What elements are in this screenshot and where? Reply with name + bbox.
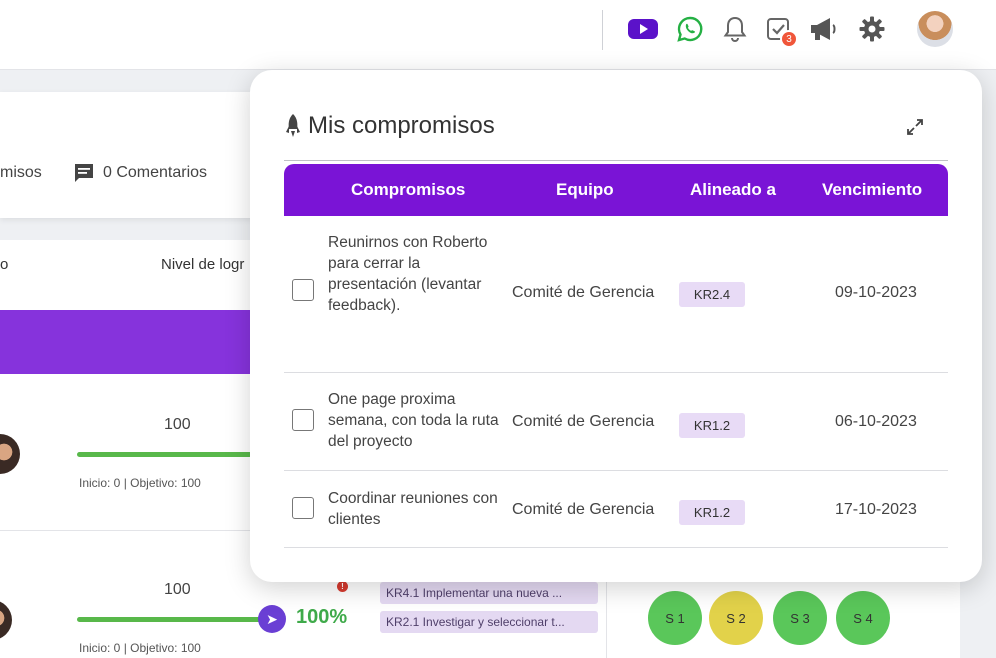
kr-badge[interactable]: KR2.4 xyxy=(679,282,745,307)
topbar-separator xyxy=(602,10,603,50)
objective-summary-card xyxy=(0,92,270,218)
top-bar: 3 xyxy=(0,0,996,70)
team-name: Comité de Gerencia xyxy=(512,501,655,518)
commitment-text: Reunirnos con Roberto para cerrar la pre… xyxy=(328,234,488,314)
comments-label: 0 Comentarios xyxy=(103,164,208,181)
table-header: Compromisos Equipo Alineado a Vencimient… xyxy=(284,164,948,216)
expand-icon[interactable] xyxy=(906,118,924,136)
table-row: Coordinar reuniones con clientes Comité … xyxy=(284,471,948,548)
bell-icon[interactable] xyxy=(720,14,750,44)
commitment-checkbox[interactable] xyxy=(292,497,314,519)
commitment-checkbox[interactable] xyxy=(292,409,314,431)
megaphone-icon[interactable] xyxy=(808,14,838,44)
commitment-text: Coordinar reuniones con clientes xyxy=(328,490,498,528)
youtube-icon[interactable] xyxy=(628,14,658,44)
sprint-s3[interactable]: S 3 xyxy=(773,591,827,645)
task-check-icon[interactable]: 3 xyxy=(764,14,798,48)
col-alineado[interactable]: Alineado a xyxy=(690,180,776,200)
tasks-count-badge: 3 xyxy=(780,30,798,48)
column-header-partial: o xyxy=(0,256,9,273)
team-name: Comité de Gerencia xyxy=(512,413,655,430)
modal-title: Mis compromisos xyxy=(284,112,495,140)
progress-slider-handle[interactable]: ➤ xyxy=(258,605,286,633)
progress-percent: 100% xyxy=(296,606,348,628)
commitments-modal: Mis compromisos Compromisos Equipo Aline… xyxy=(250,70,982,582)
sprint-s1[interactable]: S 1 xyxy=(648,591,702,645)
row-divider xyxy=(0,530,252,531)
progress-range: Inicio: 0 | Objetivo: 100 xyxy=(79,641,201,655)
modal-title-text: Mis compromisos xyxy=(308,112,495,139)
commitments-tab-partial[interactable]: misos xyxy=(0,164,42,182)
progress-value: 100 xyxy=(164,581,191,598)
alert-icon: ! xyxy=(337,581,348,592)
kr-tag[interactable]: KR2.1 Investigar y seleccionar t... xyxy=(380,611,598,633)
commitment-text: One page proxima semana, con toda la rut… xyxy=(328,391,499,450)
col-compromisos[interactable]: Compromisos xyxy=(351,180,465,200)
comments-tab[interactable]: 0 Comentarios xyxy=(73,162,207,184)
commitment-checkbox[interactable] xyxy=(292,279,314,301)
sprint-s4[interactable]: S 4 xyxy=(836,591,890,645)
progress-bar xyxy=(77,617,267,622)
kr-badge[interactable]: KR1.2 xyxy=(679,413,745,438)
table-header-bar xyxy=(0,310,252,374)
due-date: 17-10-2023 xyxy=(835,501,917,518)
col-equipo[interactable]: Equipo xyxy=(556,180,614,200)
title-divider xyxy=(284,160,948,161)
progress-range: Inicio: 0 | Objetivo: 100 xyxy=(79,476,201,490)
comment-icon xyxy=(75,164,93,182)
column-header-achievement: Nivel de logr xyxy=(161,256,245,273)
due-date: 06-10-2023 xyxy=(835,413,917,430)
table-row: Reunirnos con Roberto para cerrar la pre… xyxy=(284,216,948,373)
table-row: One page proxima semana, con toda la rut… xyxy=(284,373,948,471)
progress-value: 100 xyxy=(164,416,191,433)
due-date: 09-10-2023 xyxy=(835,284,917,301)
rocket-icon xyxy=(286,114,300,137)
whatsapp-icon[interactable] xyxy=(675,14,705,44)
sprint-s2[interactable]: S 2 xyxy=(709,591,763,645)
gear-icon[interactable] xyxy=(857,14,887,44)
commitments-table: Compromisos Equipo Alineado a Vencimient… xyxy=(284,164,948,548)
col-vencimiento[interactable]: Vencimiento xyxy=(822,180,922,200)
team-name: Comité de Gerencia xyxy=(512,284,655,301)
kr-badge[interactable]: KR1.2 xyxy=(679,500,745,525)
user-avatar[interactable] xyxy=(917,11,953,47)
kr-tag[interactable]: KR4.1 Implementar una nueva ... xyxy=(380,582,598,604)
progress-bar xyxy=(77,452,252,457)
